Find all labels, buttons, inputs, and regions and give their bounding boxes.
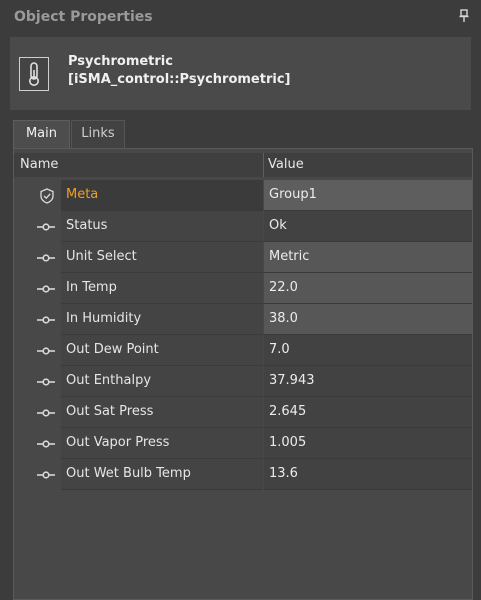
property-value-cell[interactable]: Group1 — [264, 180, 472, 211]
property-value: 13.6 — [269, 466, 298, 481]
property-name: Meta — [66, 187, 99, 202]
property-name: Out Enthalpy — [66, 373, 152, 388]
tab-main[interactable]: Main — [13, 120, 70, 148]
table-row[interactable]: Meta Group1 — [14, 180, 472, 211]
property-name-cell[interactable]: In Temp — [61, 273, 263, 304]
object-name: Psychrometric — [68, 54, 173, 69]
property-value-cell[interactable]: Metric — [264, 242, 472, 273]
table-row[interactable]: Status Ok — [14, 211, 472, 242]
property-name: Out Vapor Press — [66, 435, 170, 450]
property-name-cell[interactable]: Status — [61, 211, 263, 242]
property-name: Out Dew Point — [66, 342, 159, 357]
property-value: 7.0 — [269, 342, 290, 357]
property-name-cell[interactable]: Meta — [61, 180, 263, 211]
property-value: 22.0 — [269, 280, 298, 295]
property-name-cell[interactable]: Out Dew Point — [61, 335, 263, 366]
object-type: [iSMA_control::Psychrometric] — [68, 72, 291, 87]
property-name-cell[interactable]: Out Enthalpy — [61, 366, 263, 397]
shield-icon — [40, 188, 54, 204]
slot-icon — [36, 376, 56, 386]
property-value: 38.0 — [269, 311, 298, 326]
table-row[interactable]: Out Sat Press 2.645 — [14, 397, 472, 428]
column-header-name[interactable]: Name — [20, 157, 58, 172]
property-value-cell[interactable]: 7.0 — [264, 335, 472, 366]
properties-table: Name Value Meta Group1 Status Ok Unit Se… — [13, 148, 473, 600]
panel-header: Object Properties — [0, 0, 481, 34]
column-divider[interactable] — [263, 153, 264, 177]
pin-icon[interactable] — [459, 9, 469, 23]
table-row[interactable]: Out Wet Bulb Temp 13.6 — [14, 459, 472, 490]
slot-icon — [36, 469, 56, 479]
table-header: Name Value — [14, 153, 472, 177]
slot-icon — [36, 438, 56, 448]
property-name: Status — [66, 218, 108, 233]
property-value: Group1 — [269, 187, 317, 202]
table-row[interactable]: Out Dew Point 7.0 — [14, 335, 472, 366]
property-value-cell[interactable]: 38.0 — [264, 304, 472, 335]
property-value: 1.005 — [269, 435, 307, 450]
column-header-value[interactable]: Value — [268, 157, 304, 172]
property-name: In Temp — [66, 280, 117, 295]
property-name-cell[interactable]: Out Sat Press — [61, 397, 263, 428]
property-name: Unit Select — [66, 249, 137, 264]
table-row[interactable]: Out Vapor Press 1.005 — [14, 428, 472, 459]
property-value-cell[interactable]: Ok — [264, 211, 472, 242]
slot-icon — [36, 252, 56, 262]
table-row[interactable]: In Humidity 38.0 — [14, 304, 472, 335]
property-value-cell[interactable]: 37.943 — [264, 366, 472, 397]
property-name-cell[interactable]: Out Vapor Press — [61, 428, 263, 459]
table-row[interactable]: In Temp 22.0 — [14, 273, 472, 304]
property-name: Out Wet Bulb Temp — [66, 466, 191, 481]
property-name-cell[interactable]: Unit Select — [61, 242, 263, 273]
property-value-cell[interactable]: 13.6 — [264, 459, 472, 490]
property-value: 2.645 — [269, 404, 307, 419]
object-summary: Psychrometric [iSMA_control::Psychrometr… — [10, 37, 471, 110]
property-value-cell[interactable]: 22.0 — [264, 273, 472, 304]
slot-icon — [36, 314, 56, 324]
property-name-cell[interactable]: Out Wet Bulb Temp — [61, 459, 263, 490]
slot-icon — [36, 407, 56, 417]
thermometer-icon — [19, 57, 49, 91]
table-row[interactable]: Out Enthalpy 37.943 — [14, 366, 472, 397]
tab-links[interactable]: Links — [71, 120, 125, 148]
property-value-cell[interactable]: 2.645 — [264, 397, 472, 428]
property-name: Out Sat Press — [66, 404, 154, 419]
property-name-cell[interactable]: In Humidity — [61, 304, 263, 335]
property-name: In Humidity — [66, 311, 142, 326]
table-row[interactable]: Unit Select Metric — [14, 242, 472, 273]
panel-title: Object Properties — [14, 9, 153, 25]
property-value-cell[interactable]: 1.005 — [264, 428, 472, 459]
slot-icon — [36, 345, 56, 355]
property-value: Metric — [269, 249, 310, 264]
property-value: Ok — [269, 218, 287, 233]
slot-icon — [36, 221, 56, 231]
slot-icon — [36, 283, 56, 293]
property-value: 37.943 — [269, 373, 315, 388]
